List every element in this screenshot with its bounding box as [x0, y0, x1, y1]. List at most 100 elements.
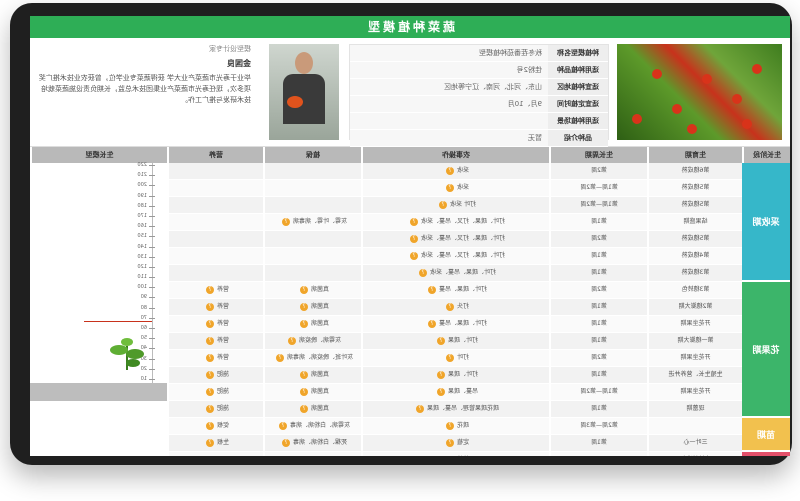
help-icon[interactable]: ?: [437, 336, 445, 345]
table-cell: 打叶、疏果、吊蔓?: [361, 282, 549, 299]
help-icon[interactable]: ?: [300, 285, 308, 294]
cell-text: 营养: [217, 320, 230, 327]
cell-text: 开花坐果期: [680, 354, 711, 361]
info-row: 品种介绍 暂无: [350, 130, 608, 147]
help-icon[interactable]: ?: [437, 387, 445, 396]
table-cell: 疏花疏果管理、吊蔓、疏果?: [361, 401, 549, 418]
help-icon[interactable]: ?: [428, 319, 436, 328]
header-stage: 生长阶段: [742, 147, 790, 163]
help-icon[interactable]: ?: [300, 319, 308, 328]
model-info-table: 种植模型名称 秋冬茬番茄种植模型 适用种植品种 佳粉2号 适宜种植地区 山东、河北、河南、…: [349, 44, 609, 147]
table-cell: 促根?: [167, 418, 263, 435]
table-cell: 打叶、疏果、打叉、吊蔓、采收?: [361, 248, 549, 265]
ruler-tick-label: 140: [137, 243, 147, 250]
help-icon[interactable]: ?: [446, 455, 454, 456]
help-icon[interactable]: ?: [206, 421, 214, 430]
table-cell: 灰叶斑、晚疫病、病毒病?: [263, 350, 361, 367]
stage-block[interactable]: 采收期: [742, 163, 790, 282]
cell-text: 打叶、疏果、吊蔓: [439, 320, 488, 327]
ruler-tick: [149, 328, 155, 330]
help-icon[interactable]: ?: [206, 438, 214, 447]
help-icon[interactable]: ?: [206, 353, 214, 362]
help-icon[interactable]: ?: [416, 404, 424, 413]
cell-text: 打头: [457, 303, 470, 310]
help-icon[interactable]: ?: [446, 302, 454, 311]
table-cell: 第1周: [549, 367, 647, 384]
cell-text: 第1周—第2周: [580, 388, 618, 395]
help-icon[interactable]: ?: [206, 404, 214, 413]
cell-text: 真菌病: [311, 371, 330, 378]
operation-column: 农事操作 采收? 采收? 打叶 采收? 打叶、疏果、打叉、吊蔓、采收? 打叶、疏果、打叉、…: [361, 147, 549, 456]
table-cell: 营养?: [167, 282, 263, 299]
help-icon[interactable]: ?: [410, 217, 418, 226]
table-cell: 第2周—第3周: [549, 418, 647, 435]
help-icon[interactable]: ?: [206, 285, 214, 294]
help-icon[interactable]: ?: [206, 387, 214, 396]
cell-text: 三叶一心: [683, 439, 708, 446]
help-icon[interactable]: ?: [410, 251, 418, 260]
ruler-base: [30, 383, 167, 401]
ruler-tick-label: 190: [137, 192, 147, 199]
help-icon[interactable]: ?: [279, 421, 287, 430]
help-icon[interactable]: ?: [300, 387, 308, 396]
help-icon[interactable]: ?: [206, 319, 214, 328]
help-icon[interactable]: ?: [206, 302, 214, 311]
cell-text: 开花坐果期: [680, 388, 711, 395]
table-cell: 疏花?: [361, 418, 549, 435]
ruler-tick: [149, 175, 155, 177]
help-icon[interactable]: ?: [300, 370, 308, 379]
table-cell: [263, 231, 361, 248]
help-icon[interactable]: ?: [428, 285, 436, 294]
info-key: 品种介绍: [548, 130, 608, 146]
table-cell: 营养?: [167, 333, 263, 350]
cell-text: 打叶、疏果、打叉、吊蔓、采收: [421, 252, 506, 259]
ruler-tick: [149, 368, 155, 370]
table-cell: 第1周—第2周: [549, 384, 647, 401]
help-icon[interactable]: ?: [282, 438, 290, 447]
help-icon[interactable]: ?: [206, 336, 214, 345]
table-cell: 真菌病?: [263, 401, 361, 418]
stage-block[interactable]: 花果期: [742, 282, 790, 418]
header-nutrition: 营养: [167, 147, 263, 163]
cell-text: 第3穗成熟: [681, 269, 710, 276]
table-cell: [263, 248, 361, 265]
help-icon[interactable]: ?: [439, 200, 448, 209]
help-icon[interactable]: ?: [446, 183, 454, 192]
help-icon[interactable]: ?: [419, 268, 427, 277]
help-icon[interactable]: ?: [446, 421, 454, 430]
table-cell: 第5穗成熟: [647, 197, 742, 214]
help-icon[interactable]: ?: [446, 353, 454, 362]
help-icon[interactable]: ?: [300, 404, 308, 413]
help-icon[interactable]: ?: [288, 336, 296, 345]
help-icon[interactable]: ?: [300, 302, 308, 311]
table-cell: 第1周: [549, 265, 647, 282]
table-cell: [167, 180, 263, 197]
cell-text: 第2穗膨大期: [678, 303, 713, 310]
info-row: 适用种植场景: [350, 113, 608, 130]
cell-text: 第5穗成熟: [681, 184, 710, 191]
table-cell: 整地?: [361, 452, 549, 456]
help-icon[interactable]: ?: [276, 353, 284, 362]
help-icon[interactable]: ?: [206, 370, 214, 379]
help-icon[interactable]: ?: [446, 166, 454, 175]
table-cell: 打叶、疏果、吊蔓、采收?: [361, 265, 549, 282]
cell-text: 真菌病: [311, 320, 330, 327]
help-icon[interactable]: ?: [282, 217, 290, 226]
stage-block[interactable]: 苗期: [742, 418, 790, 452]
table-cell: 第2穗膨大期: [647, 299, 742, 316]
table-cell: 灰霉病、晚疫病?: [263, 333, 361, 350]
help-icon[interactable]: ?: [410, 234, 418, 243]
table-cell: 真菌病?: [263, 367, 361, 384]
cell-text: 第2周: [591, 235, 607, 242]
help-icon[interactable]: ?: [437, 370, 445, 379]
cell-text: 施肥: [217, 371, 230, 378]
table-cell: 采收?: [361, 163, 549, 180]
info-row: 适用种植品种 佳粉2号: [350, 62, 608, 79]
ruler-tick: [149, 348, 155, 350]
ruler-tick-label: 130: [137, 253, 147, 260]
table-cell: [263, 452, 361, 456]
stage-block[interactable]: 生产准备期: [742, 452, 790, 456]
cell-text: 结果盛期: [683, 218, 708, 225]
table-cell: 真菌病?: [263, 282, 361, 299]
help-icon[interactable]: ?: [446, 438, 454, 447]
